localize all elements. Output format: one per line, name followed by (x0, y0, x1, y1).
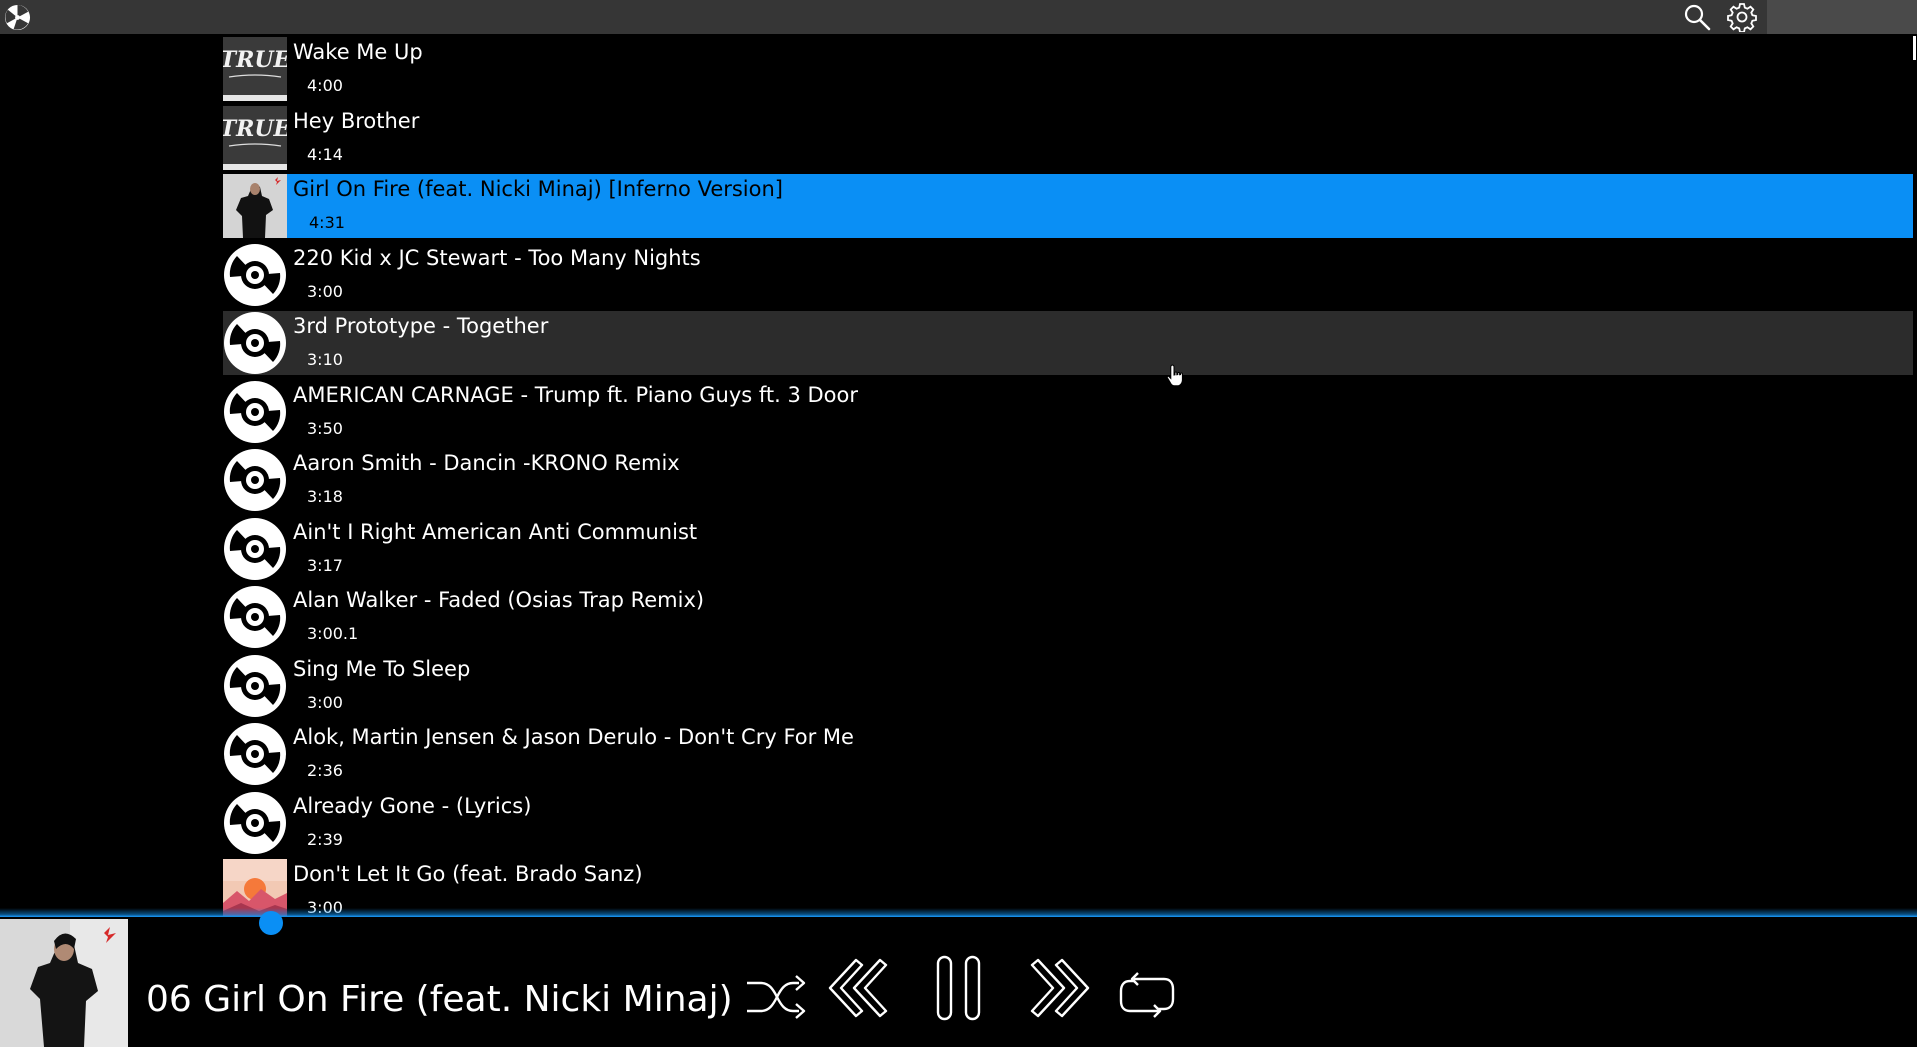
vinyl-disc-icon (223, 654, 287, 718)
progress-knob[interactable] (259, 911, 283, 935)
track-duration: 3:10 (307, 350, 343, 369)
track-title: Hey Brother (293, 108, 420, 133)
track-title: Alok, Martin Jensen & Jason Derulo - Don… (293, 725, 854, 749)
track-duration: 4:31 (309, 213, 345, 232)
hand-cursor-icon (1166, 364, 1183, 387)
vinyl-disc-icon (223, 380, 287, 444)
track-title: Sing Me To Sleep (293, 656, 471, 681)
track-row[interactable]: Alok, Martin Jensen & Jason Derulo - Don… (223, 722, 1913, 786)
vinyl-disc-icon (223, 791, 287, 855)
vinyl-disc-icon (223, 517, 287, 581)
track-duration: 3:00 (307, 692, 343, 712)
track-title: Don't Let It Go (feat. Brado Sanz) (293, 862, 643, 886)
track-row[interactable]: Girl On Fire (feat. Nicki Minaj) [Infern… (223, 174, 1913, 238)
track-title: Aaron Smith - Dancin -KRONO Remix (293, 451, 680, 475)
track-title: Wake Me Up (293, 40, 423, 64)
track-album-art: TRUE (223, 37, 287, 101)
track-row[interactable]: AMERICAN CARNAGE - Trump ft. Piano Guys … (223, 380, 1913, 444)
next-icon[interactable] (1030, 956, 1092, 1020)
track-row[interactable]: Ain't I Right American Anti Communist 3:1… (223, 517, 1913, 581)
track-duration: 3:17 (307, 555, 343, 575)
svg-text:TRUE: TRUE (223, 47, 287, 73)
track-duration: 3:50 (307, 418, 343, 438)
track-title: 3rd Prototype - Together (293, 314, 549, 338)
window-controls-area[interactable] (1767, 0, 1917, 34)
track-duration: 3:00 (307, 281, 343, 301)
track-album-art (223, 174, 287, 238)
previous-icon[interactable] (826, 956, 888, 1020)
pause-icon[interactable] (934, 954, 984, 1022)
track-title: Ain't I Right American Anti Communist (293, 519, 698, 544)
progress-bar[interactable] (0, 908, 1917, 917)
track-row[interactable]: Sing Me To Sleep 3:00 (223, 654, 1913, 718)
track-duration: 3:18 (307, 487, 343, 506)
track-list[interactable]: TRUE Wake Me Up 4:00 TRUE Hey Brother 4:14 Gir… (0, 34, 1917, 916)
shuffle-icon[interactable] (744, 973, 806, 1021)
vinyl-disc-icon (223, 585, 287, 649)
track-title: Alan Walker - Faded (Osias Trap Remix) (293, 588, 705, 612)
track-row[interactable]: 220 Kid x JC Stewart - Too Many Nights 3:… (223, 243, 1913, 307)
now-playing-album-art (0, 919, 128, 1047)
track-duration: 3:00.1 (307, 624, 359, 643)
svg-text:TRUE: TRUE (223, 116, 287, 142)
pinwheel-logo-icon[interactable] (4, 4, 31, 31)
track-album-art: TRUE (223, 105, 287, 170)
track-title: Already Gone - (Lyrics) (293, 793, 532, 818)
gear-icon[interactable] (1727, 2, 1757, 32)
track-title: AMERICAN CARNAGE - Trump ft. Piano Guys … (293, 382, 859, 407)
vinyl-disc-icon (223, 311, 287, 375)
track-row[interactable]: Aaron Smith - Dancin -KRONO Remix 3:18 (223, 448, 1913, 512)
now-playing-title: 06 Girl On Fire (feat. Nicki Minaj) (146, 979, 733, 1020)
track-row[interactable]: 3rd Prototype - Together 3:10 (223, 311, 1913, 375)
search-icon[interactable] (1683, 3, 1711, 31)
vinyl-disc-icon (223, 448, 287, 512)
vinyl-disc-icon (223, 722, 287, 786)
track-duration: 4:00 (307, 76, 343, 95)
track-row[interactable]: TRUE Hey Brother 4:14 (223, 105, 1913, 170)
track-row[interactable]: TRUE Wake Me Up 4:00 (223, 37, 1913, 101)
track-row[interactable]: Already Gone - (Lyrics) 2:39 (223, 791, 1913, 855)
top-bar (0, 0, 1917, 34)
track-duration: 2:36 (307, 761, 343, 780)
track-duration: 2:39 (307, 829, 343, 849)
track-title: Girl On Fire (feat. Nicki Minaj) [Infern… (293, 177, 783, 201)
vinyl-disc-icon (223, 243, 287, 307)
repeat-icon[interactable] (1118, 969, 1176, 1021)
track-duration: 4:14 (307, 144, 343, 164)
track-title: 220 Kid x JC Stewart - Too Many Nights (293, 245, 701, 270)
track-row[interactable]: Alan Walker - Faded (Osias Trap Remix) 3:… (223, 585, 1913, 649)
player-bar: 06 Girl On Fire (feat. Nicki Minaj) (0, 908, 1917, 1047)
